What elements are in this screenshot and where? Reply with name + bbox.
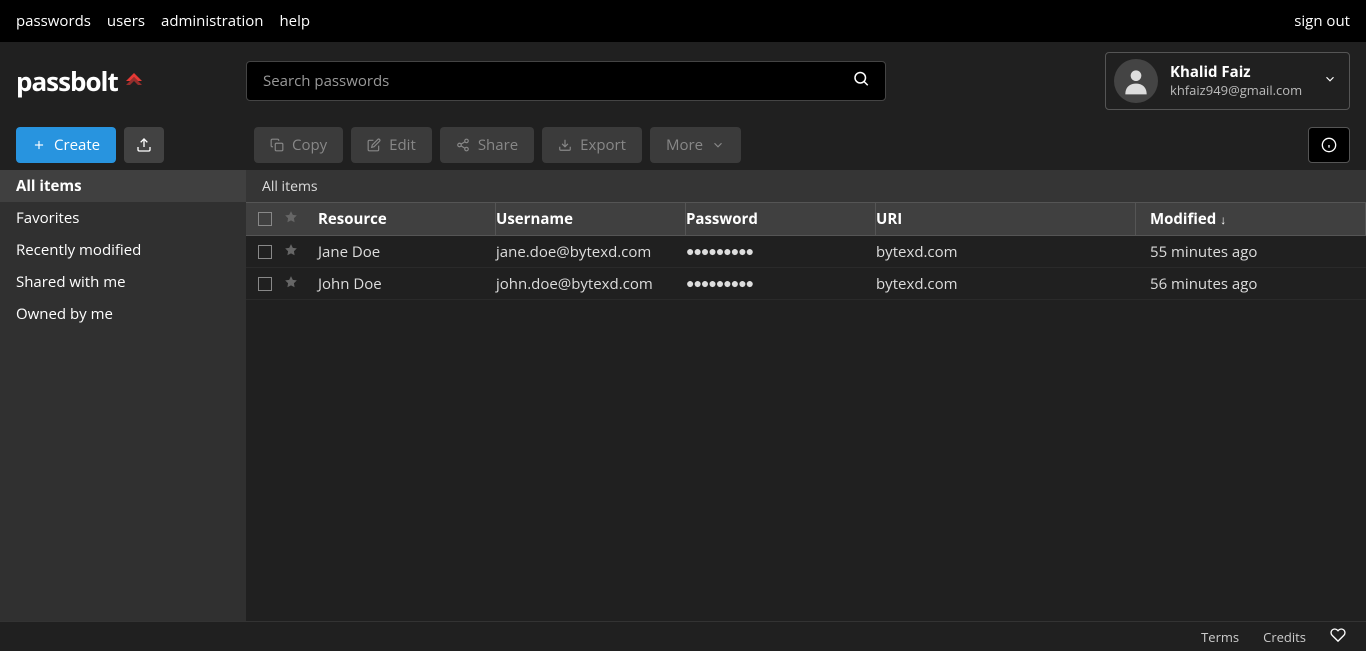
top-nav-left: passwords users administration help bbox=[16, 11, 310, 31]
sidebar-item-owned-by-me[interactable]: Owned by me bbox=[0, 298, 246, 330]
edit-button-label: Edit bbox=[389, 135, 416, 155]
header: passbolt Khalid Faiz khfaiz949@gmail. bbox=[0, 42, 1366, 120]
plus-icon bbox=[32, 138, 46, 152]
more-button[interactable]: More bbox=[650, 127, 741, 163]
header-uri[interactable]: URI bbox=[876, 203, 1136, 235]
upload-icon bbox=[136, 137, 152, 153]
footer: Terms Credits bbox=[0, 621, 1366, 651]
logo[interactable]: passbolt bbox=[16, 63, 246, 99]
user-avatar-icon bbox=[1120, 65, 1152, 97]
favorite-star-icon[interactable] bbox=[284, 242, 298, 262]
sort-desc-icon: ↓ bbox=[1220, 211, 1226, 228]
toolbar-actions: Copy Edit Share Expo bbox=[254, 127, 1300, 163]
share-button-label: Share bbox=[478, 135, 518, 155]
header-resource[interactable]: Resource bbox=[306, 203, 496, 235]
toolbar-left: Create bbox=[16, 127, 246, 163]
table-header: Resource Username Password URI Modified … bbox=[246, 202, 1366, 236]
cell-modified: 56 minutes ago bbox=[1136, 274, 1366, 294]
info-button[interactable] bbox=[1308, 127, 1350, 163]
sidebar-item-favorites[interactable]: Favorites bbox=[0, 202, 246, 234]
header-modified-label: Modified bbox=[1150, 209, 1216, 229]
share-icon bbox=[456, 138, 470, 152]
sidebar-item-recently-modified[interactable]: Recently modified bbox=[0, 234, 246, 266]
copy-button-label: Copy bbox=[292, 135, 327, 155]
copy-button[interactable]: Copy bbox=[254, 127, 343, 163]
nav-passwords[interactable]: passwords bbox=[16, 11, 91, 31]
search-icon[interactable] bbox=[852, 70, 870, 93]
table-row[interactable]: Jane Doe jane.doe@bytexd.com ●●●●●●●●● b… bbox=[246, 236, 1366, 268]
logo-text: passbolt bbox=[16, 63, 118, 99]
credits-link[interactable]: Credits bbox=[1263, 628, 1306, 646]
sidebar: All items Favorites Recently modified Sh… bbox=[0, 170, 246, 621]
sidebar-item-shared-with-me[interactable]: Shared with me bbox=[0, 266, 246, 298]
more-button-label: More bbox=[666, 135, 703, 155]
star-icon bbox=[284, 209, 298, 229]
favorite-star-icon[interactable] bbox=[284, 274, 298, 294]
search-input[interactable] bbox=[246, 61, 886, 101]
download-icon bbox=[558, 138, 572, 152]
passbolt-logo-icon bbox=[122, 69, 146, 93]
cell-uri: bytexd.com bbox=[876, 274, 1136, 294]
edit-icon bbox=[367, 138, 381, 152]
export-button[interactable]: Export bbox=[542, 127, 642, 163]
user-badge[interactable]: Khalid Faiz khfaiz949@gmail.com bbox=[1105, 52, 1350, 110]
toolbar: Create Copy Edit bbox=[0, 120, 1366, 170]
header-modified[interactable]: Modified ↓ bbox=[1136, 203, 1366, 235]
header-checkbox bbox=[246, 203, 276, 235]
info-icon bbox=[1321, 137, 1337, 153]
cell-username: jane.doe@bytexd.com bbox=[496, 242, 686, 262]
create-button[interactable]: Create bbox=[16, 127, 116, 163]
nav-administration[interactable]: administration bbox=[161, 11, 264, 31]
sidebar-item-all-items[interactable]: All items bbox=[0, 170, 246, 202]
header-star bbox=[276, 203, 306, 235]
header-password[interactable]: Password bbox=[686, 203, 876, 235]
nav-help[interactable]: help bbox=[279, 11, 310, 31]
row-checkbox[interactable] bbox=[258, 277, 272, 291]
nav-users[interactable]: users bbox=[107, 11, 145, 31]
top-navigation: passwords users administration help sign… bbox=[0, 0, 1366, 42]
cell-password: ●●●●●●●●● bbox=[686, 242, 876, 261]
cell-uri: bytexd.com bbox=[876, 242, 1136, 262]
edit-button[interactable]: Edit bbox=[351, 127, 432, 163]
main: All items Favorites Recently modified Sh… bbox=[0, 170, 1366, 621]
chevron-down-icon bbox=[1323, 72, 1337, 91]
user-name: Khalid Faiz bbox=[1170, 63, 1311, 83]
create-button-label: Create bbox=[54, 135, 100, 155]
sign-out-link[interactable]: sign out bbox=[1294, 11, 1350, 31]
select-all-checkbox[interactable] bbox=[258, 212, 272, 226]
passwords-table: Resource Username Password URI Modified … bbox=[246, 202, 1366, 300]
cell-resource: John Doe bbox=[306, 274, 496, 294]
table-row[interactable]: John Doe john.doe@bytexd.com ●●●●●●●●● b… bbox=[246, 268, 1366, 300]
row-checkbox[interactable] bbox=[258, 245, 272, 259]
cell-username: john.doe@bytexd.com bbox=[496, 274, 686, 294]
share-button[interactable]: Share bbox=[440, 127, 534, 163]
terms-link[interactable]: Terms bbox=[1201, 628, 1239, 646]
user-email: khfaiz949@gmail.com bbox=[1170, 82, 1311, 99]
cell-password: ●●●●●●●●● bbox=[686, 274, 876, 293]
content: All items Resource Username Password URI bbox=[246, 170, 1366, 621]
search-container bbox=[246, 61, 886, 101]
header-username[interactable]: Username bbox=[496, 203, 686, 235]
toolbar-right bbox=[1308, 127, 1350, 163]
export-button-label: Export bbox=[580, 135, 626, 155]
user-info: Khalid Faiz khfaiz949@gmail.com bbox=[1170, 63, 1311, 99]
upload-button[interactable] bbox=[124, 127, 164, 163]
chevron-down-icon bbox=[711, 138, 725, 152]
copy-icon bbox=[270, 138, 284, 152]
cell-resource: Jane Doe bbox=[306, 242, 496, 262]
cell-modified: 55 minutes ago bbox=[1136, 242, 1366, 262]
avatar bbox=[1114, 59, 1158, 103]
heart-icon[interactable] bbox=[1330, 627, 1346, 647]
breadcrumb: All items bbox=[246, 170, 1366, 202]
